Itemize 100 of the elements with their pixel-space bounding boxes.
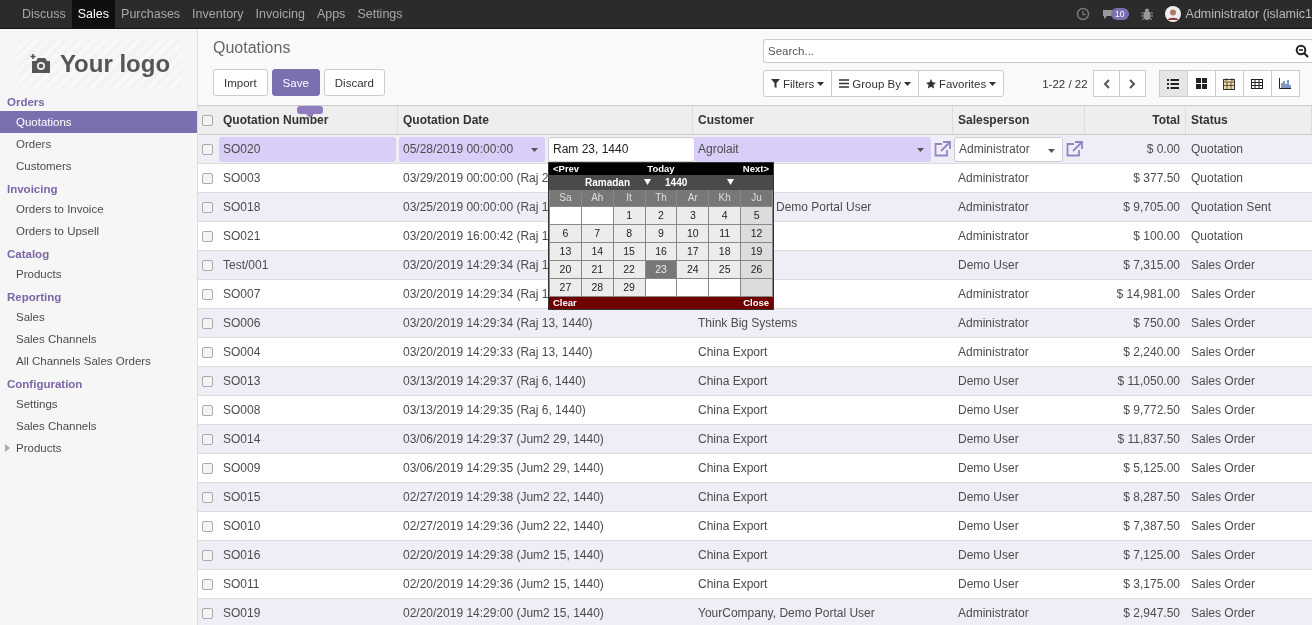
calendar-day[interactable]: 29	[613, 278, 645, 296]
calendar-day[interactable]: 17	[677, 242, 709, 260]
action-button[interactable]: Discard	[323, 69, 385, 96]
calendar-day[interactable]: 22	[613, 260, 645, 278]
calendar-day[interactable]: 2	[645, 206, 677, 224]
avatar-icon[interactable]	[1164, 6, 1181, 22]
row-checkbox[interactable]	[202, 230, 213, 242]
app-menu-item[interactable]: Apps	[310, 0, 352, 28]
chat-button[interactable]: 10	[1102, 8, 1129, 20]
caret-icon[interactable]	[727, 179, 735, 185]
row-checkbox[interactable]	[202, 317, 213, 329]
app-menu-item[interactable]: Inventory	[186, 0, 250, 28]
list-view-button[interactable]	[1158, 70, 1188, 97]
hijri-date-input[interactable]: Ram 23, 1440	[548, 136, 695, 162]
calendar-day[interactable]: 11	[709, 224, 741, 242]
row-checkbox[interactable]	[202, 404, 213, 416]
caret-icon[interactable]	[989, 81, 997, 86]
calendar-day[interactable]: 14	[581, 242, 613, 260]
pivot-view-button[interactable]	[1242, 70, 1272, 97]
filter-dropdown-button[interactable]: Filters	[763, 70, 833, 97]
sidebar-item[interactable]: Orders	[0, 133, 197, 155]
sidebar-item[interactable]: Customers	[0, 155, 197, 177]
calendar-day[interactable]: 20	[550, 260, 581, 278]
date-field[interactable]: 05/28/2019 00:00:00	[399, 136, 545, 162]
year-select[interactable]: 1440	[665, 176, 735, 188]
row-checkbox[interactable]	[202, 172, 213, 184]
row-checkbox[interactable]	[202, 288, 213, 300]
column-header[interactable]: Status	[1186, 106, 1312, 134]
column-header[interactable]: Customer	[693, 106, 953, 134]
next-page-button[interactable]	[1118, 70, 1146, 97]
calendar-day[interactable]: 15	[613, 242, 645, 260]
row-checkbox[interactable]	[202, 520, 213, 532]
previous-month-link[interactable]: <Prev	[553, 163, 580, 174]
menu-lines-icon[interactable]	[839, 79, 850, 88]
month-select[interactable]: Ramadan	[585, 176, 651, 188]
column-header[interactable]: Quotation Date	[398, 106, 693, 134]
clock-icon[interactable]	[1076, 7, 1091, 21]
calendar-day[interactable]: 9	[645, 224, 677, 242]
external-link-icon[interactable]	[1066, 141, 1083, 157]
caret-icon[interactable]	[817, 81, 825, 86]
app-menu-item[interactable]: Settings	[351, 0, 409, 28]
calendar-day[interactable]: 3	[677, 206, 709, 224]
action-button[interactable]: Save	[271, 69, 320, 96]
star-icon[interactable]	[925, 78, 936, 89]
chevron-right-icon[interactable]	[1128, 78, 1136, 89]
filter-dropdown-button[interactable]: Group By	[831, 70, 919, 97]
calendar-day[interactable]: 23	[645, 260, 677, 278]
today-link[interactable]: Today	[647, 163, 675, 174]
calendar-day[interactable]: 28	[581, 278, 613, 296]
calendar-day[interactable]: 1	[613, 206, 645, 224]
graph-view-button[interactable]	[1270, 70, 1300, 97]
salesperson-select[interactable]: Administrator	[954, 136, 1063, 162]
calendar-day[interactable]: 12	[741, 224, 772, 242]
row-checkbox[interactable]	[202, 549, 213, 561]
external-link-icon[interactable]	[934, 141, 951, 157]
sidebar-item[interactable]: Orders to Upsell	[0, 220, 197, 242]
row-checkbox[interactable]	[202, 491, 213, 503]
calendar-day[interactable]: 5	[741, 206, 772, 224]
calendar-day[interactable]: 10	[677, 224, 709, 242]
calendar-day[interactable]: 27	[550, 278, 581, 296]
select-all-checkbox[interactable]	[202, 114, 213, 126]
grid-icon[interactable]	[1195, 78, 1207, 89]
calendar-day[interactable]: 25	[709, 260, 741, 278]
calendar-view-button[interactable]	[1214, 70, 1244, 97]
row-checkbox[interactable]	[202, 143, 213, 155]
filter-dropdown-button[interactable]: Favorites	[917, 70, 1005, 97]
calendar-day[interactable]: 21	[581, 260, 613, 278]
calendar-day[interactable]: 6	[550, 224, 581, 242]
search-field[interactable]: Search...	[763, 39, 1312, 63]
row-checkbox[interactable]	[202, 375, 213, 387]
column-header[interactable]: Salesperson	[953, 106, 1085, 134]
calendar-day[interactable]: 8	[613, 224, 645, 242]
sidebar-item[interactable]: Settings	[0, 393, 197, 415]
sidebar-item[interactable]: Sales Channels	[0, 328, 197, 350]
caret-icon[interactable]	[1048, 148, 1055, 153]
table-icon[interactable]	[1251, 78, 1264, 89]
calendar-day[interactable]: 4	[709, 206, 741, 224]
bug-icon[interactable]	[1140, 7, 1153, 21]
close-link[interactable]: Close	[743, 297, 769, 308]
row-checkbox[interactable]	[202, 259, 213, 271]
bar-chart-icon[interactable]	[1279, 78, 1292, 89]
clear-link[interactable]: Clear	[553, 297, 577, 308]
sidebar-item[interactable]: Sales Channels	[0, 415, 197, 437]
sidebar-item[interactable]: Products	[0, 263, 197, 285]
previous-page-button[interactable]	[1092, 70, 1120, 97]
sidebar-item[interactable]: Quotations	[0, 111, 197, 133]
caret-icon[interactable]	[644, 179, 651, 185]
row-checkbox[interactable]	[202, 433, 213, 445]
search-icon[interactable]	[1295, 44, 1309, 58]
action-button[interactable]: Import	[213, 69, 268, 96]
calendar-day[interactable]: 24	[677, 260, 709, 278]
kanban-view-button[interactable]	[1186, 70, 1216, 97]
calendar-day[interactable]: 7	[581, 224, 613, 242]
quotation-number-field[interactable]: SO020	[219, 136, 396, 162]
calendar-day[interactable]: 18	[709, 242, 741, 260]
next-month-link[interactable]: Next>	[742, 163, 769, 174]
user-name[interactable]: Administrator (islamic1	[1185, 7, 1312, 21]
row-checkbox[interactable]	[202, 201, 213, 213]
calendar-day[interactable]: 16	[645, 242, 677, 260]
row-checkbox[interactable]	[202, 346, 213, 358]
